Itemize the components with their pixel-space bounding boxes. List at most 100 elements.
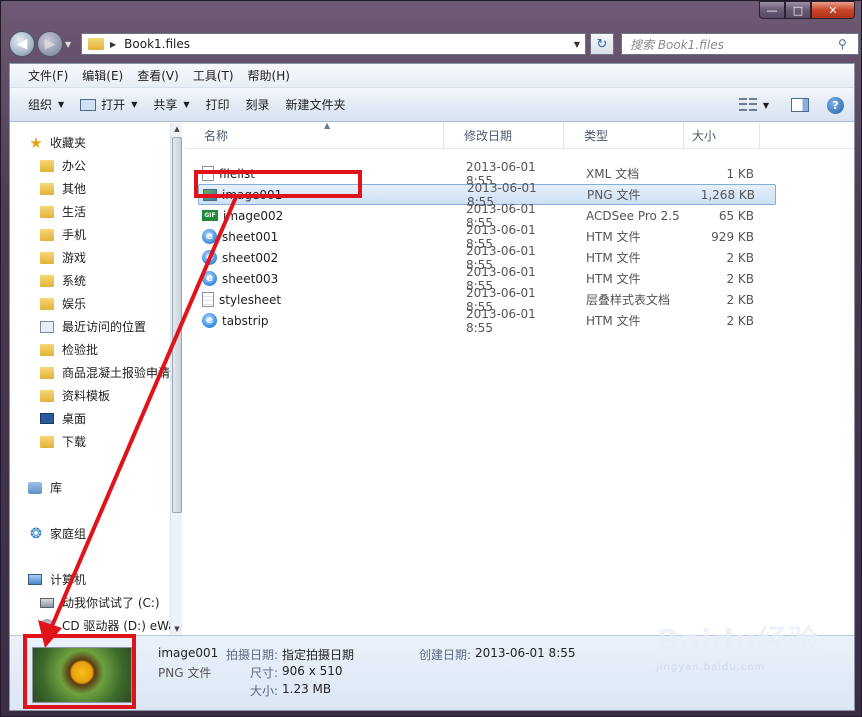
nav-item-concrete-application[interactable]: 商品混凝土报验申请 — [10, 361, 182, 384]
details-size-label: 大小: — [250, 684, 279, 698]
nav-label: 收藏夹 — [50, 136, 87, 150]
file-name: sheet002 — [222, 250, 279, 265]
folder-icon — [88, 38, 104, 50]
nav-library[interactable]: 库 — [10, 476, 182, 499]
organize-button[interactable]: 组织 ▼ — [20, 93, 72, 117]
burn-button[interactable]: 刻录 — [238, 93, 278, 117]
open-button[interactable]: 打开 ▼ — [72, 93, 145, 117]
search-input[interactable]: 搜索 Book1.files ⚲ — [621, 33, 859, 55]
nav-item-games[interactable]: 游戏 — [10, 246, 182, 269]
menu-tools[interactable]: 工具(T) — [187, 67, 240, 84]
folder-icon — [40, 205, 54, 218]
file-size: 65 KB — [718, 208, 754, 223]
gif-image-icon: GIF — [202, 210, 218, 221]
refresh-button[interactable]: ↻ — [590, 33, 614, 55]
details-created-value: 2013-06-01 8:55 — [475, 646, 576, 660]
menu-file[interactable]: 文件(F) — [22, 67, 74, 84]
menu-edit[interactable]: 编辑(E) — [76, 67, 129, 84]
hard-drive-icon — [40, 597, 54, 608]
nav-item-inspection[interactable]: 检验批 — [10, 338, 182, 361]
menu-help[interactable]: 帮助(H) — [242, 67, 296, 84]
scroll-up-icon[interactable]: ▲ — [171, 125, 182, 133]
nav-label: 家庭组 — [50, 527, 87, 541]
file-type: ACDSee Pro 2.5 ... — [586, 208, 684, 223]
scroll-down-icon[interactable]: ▼ — [171, 625, 182, 633]
nav-item-recent-places[interactable]: 最近访问的位置 — [10, 315, 182, 338]
internet-explorer-icon: e — [202, 271, 217, 286]
nav-item-system[interactable]: 系统 — [10, 269, 182, 292]
breadcrumb-chevron-icon[interactable]: ▶ — [110, 40, 116, 49]
file-size: 2 KB — [726, 271, 754, 286]
navigation-tree: ★ 收藏夹 办公 其他 生活 手机 游戏 系统 娱乐 最近访问的位置 检验批 商品… — [10, 123, 182, 635]
nav-computer[interactable]: 计算机 — [10, 568, 182, 591]
nav-item-downloads[interactable]: 下载 — [10, 430, 182, 453]
details-created-label: 创建日期: — [419, 648, 472, 662]
column-header-type[interactable]: 类型 — [564, 122, 684, 149]
chevron-down-icon: ▼ — [131, 100, 138, 109]
search-icon[interactable]: ⚲ — [838, 37, 858, 51]
desktop-icon — [40, 413, 54, 424]
back-button[interactable]: ◀ — [9, 31, 35, 57]
close-button[interactable]: ✕ — [811, 1, 855, 19]
refresh-icon: ↻ — [596, 36, 608, 52]
organize-label: 组织 — [28, 98, 53, 112]
cd-drive-icon — [40, 618, 54, 633]
nav-label: 库 — [50, 481, 63, 495]
address-bar[interactable]: ▶ Book1.files ▼ — [81, 33, 586, 55]
new-folder-button[interactable]: 新建文件夹 — [278, 93, 354, 117]
help-icon[interactable]: ? — [827, 96, 844, 114]
file-row[interactable]: e tabstrip 2013-06-01 8:55 HTM 文件 2 KB — [186, 307, 854, 335]
nav-homegroup[interactable]: ❂ 家庭组 — [10, 522, 182, 545]
scrollbar-thumb[interactable] — [172, 137, 182, 513]
preview-pane-icon[interactable] — [791, 98, 809, 112]
nav-item-office[interactable]: 办公 — [10, 154, 182, 177]
folder-icon — [40, 182, 54, 195]
command-bar: 组织 ▼ 打开 ▼ 共享 ▼ 打印 刻录 新建文件夹 ▼ ? — [10, 88, 854, 122]
column-header-name[interactable]: 名称 — [186, 122, 444, 149]
sort-ascending-icon: ▲ — [324, 121, 331, 130]
nav-drive-c[interactable]: 动我你试试了 (C:) — [10, 591, 182, 614]
navigation-pane: ★ 收藏夹 办公 其他 生活 手机 游戏 系统 娱乐 最近访问的位置 检验批 商品… — [10, 123, 182, 635]
computer-icon — [28, 574, 42, 585]
address-dropdown-icon[interactable]: ▼ — [569, 40, 585, 49]
column-header-modified[interactable]: 修改日期 — [444, 122, 564, 149]
recent-pages-dropdown-icon[interactable]: ▼ — [65, 40, 77, 49]
maximize-button[interactable]: □ — [785, 1, 811, 19]
nav-item-life[interactable]: 生活 — [10, 200, 182, 223]
search-placeholder: 搜索 Book1.files — [630, 37, 724, 52]
menu-bar: 文件(F) 编辑(E) 查看(V) 工具(T) 帮助(H) — [10, 64, 854, 88]
folder-icon — [40, 343, 54, 356]
minimize-button[interactable]: — — [759, 1, 785, 19]
view-options-icon[interactable] — [738, 98, 757, 112]
print-button[interactable]: 打印 — [198, 93, 238, 117]
nav-favorites[interactable]: ★ 收藏夹 — [10, 131, 182, 154]
navigation-scrollbar[interactable]: ▲ ▼ — [170, 123, 182, 635]
folder-icon — [40, 274, 54, 287]
nav-label: 娱乐 — [62, 297, 87, 311]
folder-icon — [40, 297, 54, 310]
chevron-down-icon[interactable]: ▼ — [763, 101, 769, 110]
nav-item-templates[interactable]: 资料模板 — [10, 384, 182, 407]
navigation-row: ◀ ▶ ▼ ▶ Book1.files ▼ ↻ 搜索 Book1.files ⚲ — [9, 29, 859, 59]
open-label: 打开 — [101, 98, 126, 112]
nav-drive-d[interactable]: CD 驱动器 (D:) eWa — [10, 614, 182, 635]
annotation-highlight-thumbnail — [23, 634, 136, 709]
nav-item-other[interactable]: 其他 — [10, 177, 182, 200]
nav-item-phone[interactable]: 手机 — [10, 223, 182, 246]
file-type: 层叠样式表文档 — [586, 293, 671, 307]
share-button[interactable]: 共享 ▼ — [145, 93, 197, 117]
explorer-window: — □ ✕ ◀ ▶ ▼ ▶ Book1.files ▼ ↻ 搜索 Book1.f… — [0, 0, 862, 717]
file-date: 2013-06-01 8:55 — [466, 306, 536, 335]
chevron-down-icon: ▼ — [58, 100, 65, 109]
nav-item-entertainment[interactable]: 娱乐 — [10, 292, 182, 315]
nav-item-desktop[interactable]: 桌面 — [10, 407, 182, 430]
watermark-url: jingyan.baidu.com — [656, 662, 766, 673]
menu-view[interactable]: 查看(V) — [131, 67, 185, 84]
address-path: Book1.files — [124, 37, 190, 51]
details-shot-date-value[interactable]: 指定拍摄日期 — [282, 646, 354, 663]
column-header-size[interactable]: 大小 — [684, 122, 760, 149]
nav-label: 桌面 — [62, 412, 87, 426]
forward-button[interactable]: ▶ — [37, 31, 63, 57]
nav-label: 手机 — [62, 228, 87, 242]
library-icon — [28, 481, 42, 494]
